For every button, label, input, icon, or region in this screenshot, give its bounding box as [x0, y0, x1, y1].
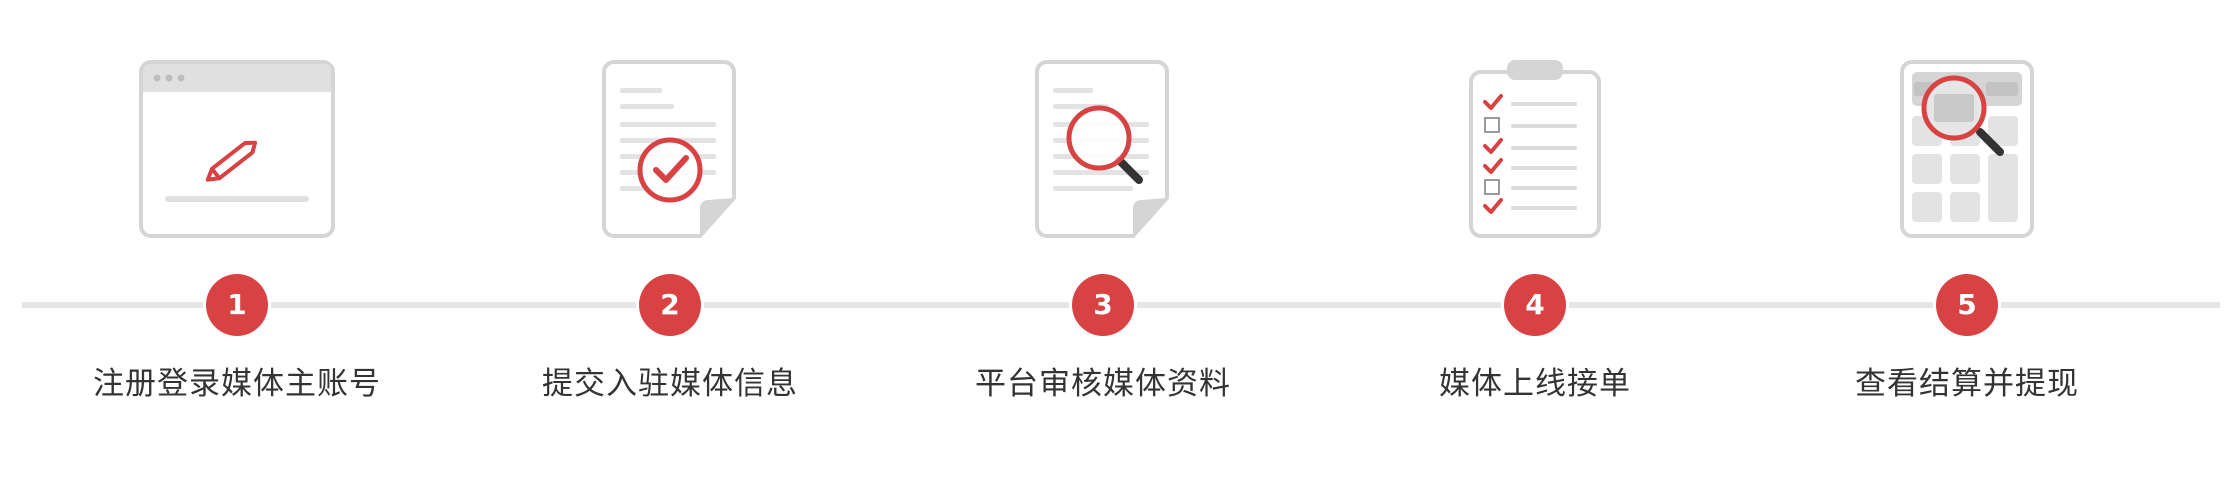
step-5: 5 查看结算并提现: [1802, 0, 2132, 490]
document-check-icon: [602, 58, 738, 244]
step-4: 4 媒体上线接单: [1370, 0, 1700, 490]
step-number-badge: 2: [639, 274, 701, 336]
document-search-icon: [1035, 58, 1171, 244]
step-label: 媒体上线接单: [1439, 366, 1631, 402]
step-label: 提交入驻媒体信息: [542, 366, 798, 402]
step-1: 1 注册登录媒体主账号: [72, 0, 402, 490]
step-label: 查看结算并提现: [1855, 366, 2079, 402]
calculator-magnifier-icon: [1898, 58, 2036, 244]
browser-pencil-icon: [137, 58, 337, 244]
step-3: 3 平台审核媒体资料: [938, 0, 1268, 490]
step-2: 2 提交入驻媒体信息: [505, 0, 835, 490]
step-number-badge: 1: [206, 274, 268, 336]
step-label: 注册登录媒体主账号: [93, 366, 381, 402]
clipboard-checklist-icon: [1467, 58, 1603, 244]
step-number-badge: 5: [1936, 274, 1998, 336]
step-number-badge: 3: [1072, 274, 1134, 336]
step-label: 平台审核媒体资料: [975, 366, 1231, 402]
step-number-badge: 4: [1504, 274, 1566, 336]
